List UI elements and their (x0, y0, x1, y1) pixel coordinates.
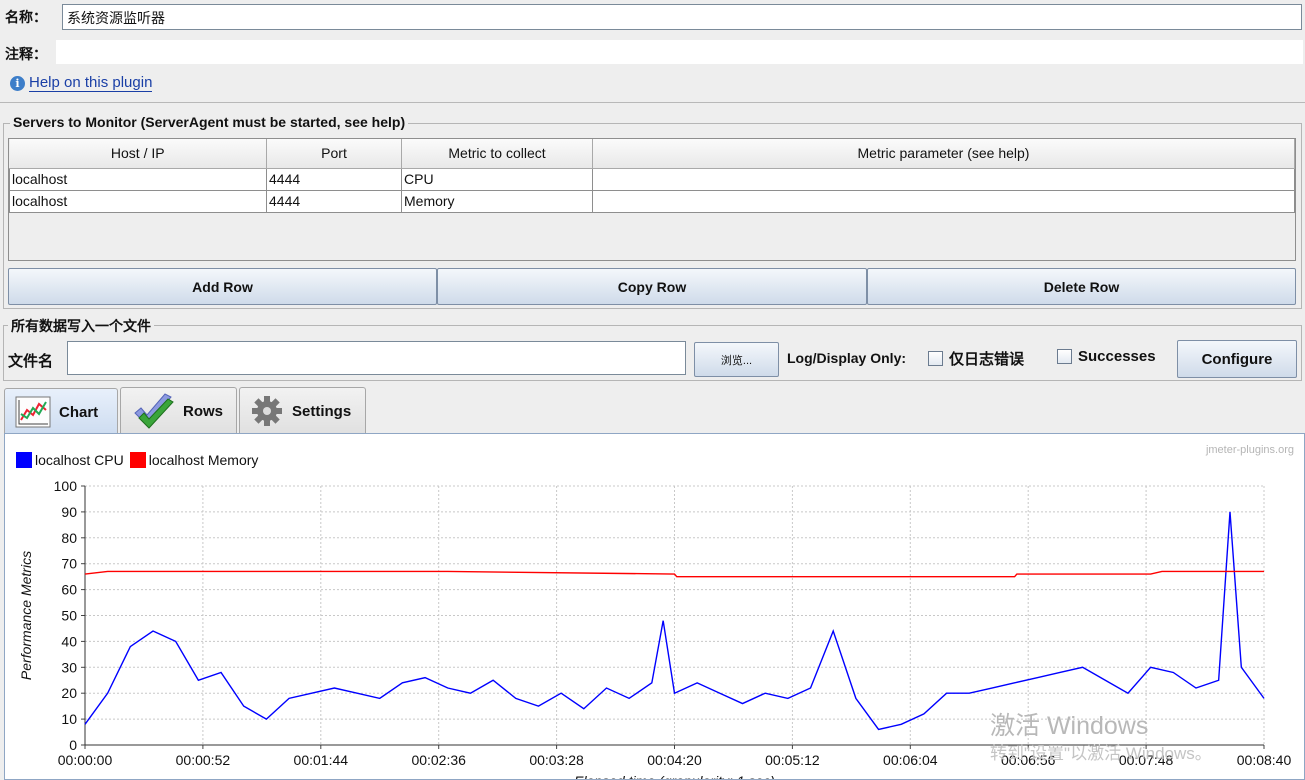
cell-port[interactable]: 4444 (266, 167, 402, 191)
cell-metric[interactable]: CPU (401, 167, 593, 191)
comment-field[interactable] (56, 40, 1303, 64)
servers-legend: Servers to Monitor (ServerAgent must be … (10, 114, 409, 130)
checkmark-icon (134, 393, 174, 429)
add-row-button[interactable]: Add Row (8, 268, 437, 305)
gear-icon (252, 396, 282, 426)
comment-label: 注释： (5, 46, 47, 62)
successes-checkbox[interactable] (1057, 349, 1072, 364)
x-tick-label: 00:00:52 (176, 752, 231, 768)
browse-button[interactable]: 浏览... (694, 342, 779, 377)
x-tick-label: 00:06:04 (883, 752, 938, 768)
x-tick-label: 00:01:44 (294, 752, 349, 768)
divider (0, 102, 1305, 103)
x-axis-label: Elapsed time (granularity: 1 sec) (574, 773, 775, 779)
cell-metric[interactable]: Memory (401, 189, 593, 213)
y-tick-label: 100 (54, 478, 78, 494)
help-link[interactable]: i Help on this plugin (10, 74, 153, 92)
name-field[interactable]: 系统资源监听器 (62, 4, 1302, 30)
configure-button[interactable]: Configure (1177, 340, 1297, 378)
chart-panel: jmeter-plugins.org localhost CPU localho… (4, 433, 1305, 780)
windows-activation-title: 激活 Windows (990, 712, 1149, 740)
cpu-series-line (84, 511, 1265, 731)
tab-chart[interactable]: Chart (4, 388, 118, 435)
windows-activation-subtitle: 转到"设置"以激活 Windows。 (990, 744, 1212, 763)
table-row[interactable]: localhost 4444 CPU (9, 167, 1295, 191)
x-tick-label: 00:03:28 (529, 752, 584, 768)
file-legend: 所有数据写入一个文件 (8, 316, 154, 336)
column-header-metric[interactable]: Metric to collect (401, 139, 593, 169)
help-link-label: Help on this plugin (29, 74, 153, 92)
cell-host[interactable]: localhost (9, 167, 267, 191)
y-tick-label: 0 (69, 737, 77, 753)
errors-option[interactable]: 仅日志错误 (928, 348, 1024, 369)
column-header-host[interactable]: Host / IP (9, 139, 267, 169)
name-label: 名称： (5, 9, 47, 25)
chart-icon (15, 396, 51, 428)
y-tick-label: 70 (61, 556, 77, 572)
x-tick-label: 00:08:40 (1237, 752, 1292, 768)
y-tick-label: 80 (61, 530, 77, 546)
y-axis-label: Performance Metrics (18, 551, 34, 680)
copy-row-button[interactable]: Copy Row (437, 268, 867, 305)
info-icon: i (10, 75, 25, 91)
servers-table: Host / IP Port Metric to collect Metric … (8, 138, 1296, 261)
file-name-input[interactable] (67, 341, 686, 375)
delete-row-button[interactable]: Delete Row (867, 268, 1296, 305)
x-tick-label: 00:02:36 (411, 752, 466, 768)
table-row[interactable]: localhost 4444 Memory (9, 189, 1295, 213)
x-tick-label: 00:04:20 (647, 752, 702, 768)
y-tick-label: 60 (61, 582, 77, 598)
successes-option[interactable]: Successes (1057, 348, 1156, 365)
tab-rows[interactable]: Rows (120, 387, 237, 434)
y-tick-label: 90 (61, 504, 77, 520)
file-name-label: 文件名 (8, 353, 54, 370)
x-tick-label: 00:05:12 (765, 752, 820, 768)
log-display-label: Log/Display Only: (787, 350, 907, 366)
cell-parameter[interactable] (592, 167, 1295, 191)
y-tick-label: 10 (61, 711, 77, 727)
tab-rows-label: Rows (183, 402, 224, 420)
x-tick-label: 00:00:00 (58, 752, 113, 768)
errors-checkbox[interactable] (928, 351, 943, 366)
cell-host[interactable]: localhost (9, 189, 267, 213)
tab-chart-label: Chart (59, 403, 99, 421)
column-header-port[interactable]: Port (266, 139, 402, 169)
cell-port[interactable]: 4444 (266, 189, 402, 213)
y-tick-label: 50 (61, 608, 77, 624)
y-tick-label: 40 (61, 633, 77, 649)
y-tick-label: 30 (61, 659, 77, 675)
successes-label: Successes (1078, 348, 1156, 365)
column-header-parameter[interactable]: Metric parameter (see help) (592, 139, 1295, 169)
errors-label: 仅日志错误 (949, 351, 1025, 368)
tab-settings-label: Settings (292, 402, 352, 420)
cell-parameter[interactable] (592, 189, 1295, 213)
y-tick-label: 20 (61, 685, 77, 701)
tab-settings[interactable]: Settings (239, 387, 366, 434)
